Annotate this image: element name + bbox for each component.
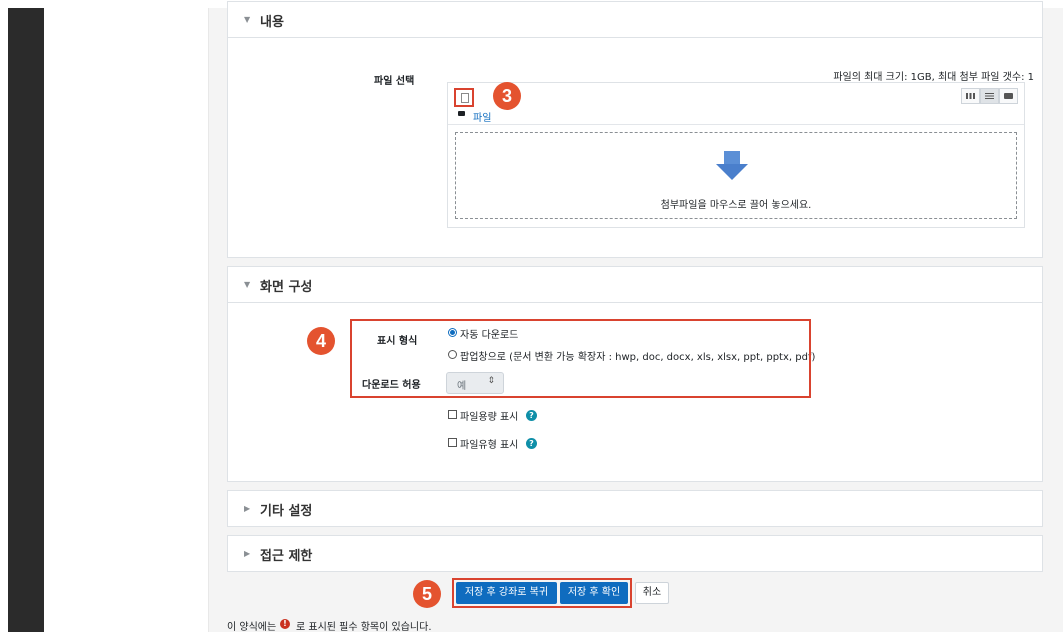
path-link[interactable]: 파일 [473,109,491,124]
save-and-return-button[interactable]: 저장 후 강좌로 복귀 [456,582,557,604]
required-note-suffix: 로 표시된 필수 항목이 있습니다. [296,622,432,632]
add-file-button[interactable] [454,88,474,107]
folder-icon [458,111,465,116]
view-list-button[interactable] [980,88,999,104]
other-settings-section: ▶ 기타 설정 [227,490,1043,527]
show-type-checkbox[interactable] [448,438,457,447]
show-type-label: 파일유형 표시 [460,440,519,451]
drop-zone[interactable]: 첨부파일을 마우스로 끌어 놓으세요. [455,132,1017,219]
content-section-header[interactable]: ▼ 내용 [228,2,1042,38]
save-and-view-button[interactable]: 저장 후 확인 [560,582,628,604]
caret-down-icon: ▼ [244,15,251,24]
access-restriction-section: ▶ 접근 제한 [227,535,1043,572]
content-section-title: 내용 [260,15,284,30]
content-section: ▼ 내용 파일 선택 파일의 최대 크기: 1GB, 최대 첨부 파일 갯수: … [227,1,1043,258]
annotation-5: 5 [413,580,441,608]
arrow-down-icon [716,151,748,180]
grid-icon [966,93,975,99]
tree-folder-icon [1004,93,1013,99]
view-icons-button[interactable] [961,88,980,104]
required-note-prefix: 이 양식에는 [227,622,277,632]
caret-right-icon: ▶ [244,504,251,513]
show-size-label: 파일용량 표시 [460,412,519,423]
help-type-icon[interactable]: ? [526,438,537,449]
file-add-icon [461,93,469,103]
view-switcher [961,88,1018,104]
list-icon [985,93,994,99]
caret-right-icon: ▶ [244,549,251,558]
file-picker-toolbar: 파일 [448,83,1024,125]
display-section-title: 화면 구성 [260,280,313,295]
cancel-button[interactable]: 취소 [635,582,669,604]
file-limit-info: 파일의 최대 크기: 1GB, 최대 첨부 파일 갯수: 1 [833,72,1034,83]
left-dark-rail [8,8,44,632]
access-restriction-header[interactable]: ▶ 접근 제한 [228,536,1042,572]
file-select-label: 파일 선택 [374,76,415,87]
file-picker: 파일 첨부파일을 마우스로 끌어 놓으세요. [447,82,1025,228]
help-size-icon[interactable]: ? [526,410,537,421]
required-icon: ! [280,619,290,629]
drop-zone-text: 첨부파일을 마우스로 끌어 놓으세요. [660,200,812,211]
annotation-3: 3 [493,82,521,110]
access-restriction-title: 접근 제한 [260,549,313,564]
other-settings-header[interactable]: ▶ 기타 설정 [228,491,1042,527]
display-section-header[interactable]: ▼ 화면 구성 [228,267,1042,303]
view-tree-button[interactable] [999,88,1018,104]
caret-down-icon: ▼ [244,280,251,289]
annotation-4: 4 [307,327,335,355]
other-settings-title: 기타 설정 [260,504,313,519]
annotation-4-box [350,319,811,398]
show-size-checkbox[interactable] [448,410,457,419]
left-sidebar [44,8,209,632]
